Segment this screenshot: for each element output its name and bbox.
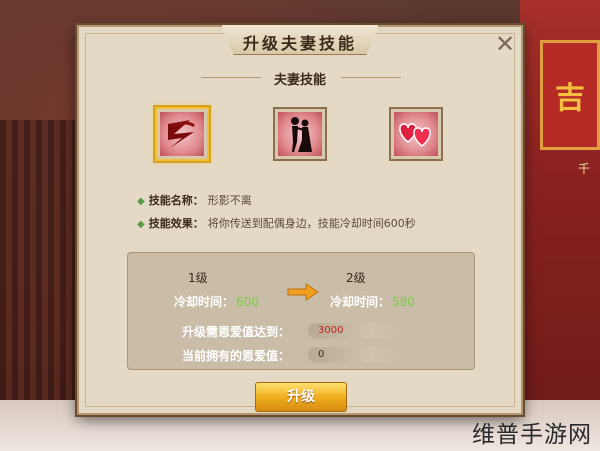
upgrade-couple-skill-dialog: 升级夫妻技能 ✕ 夫妻技能 ◆ 技能名称： 形影不离 ◆ 技能效果： 将你传送到… xyxy=(77,25,523,415)
background-banner: 吉 xyxy=(540,40,600,150)
skill-effect-label: 技能效果： xyxy=(148,217,204,230)
skill-name-label: 技能名称： xyxy=(148,194,204,207)
owned-love-label: 当前拥有的恩爱值： xyxy=(182,349,291,363)
skill-effect-value: 将你传送到配偶身边，技能冷却时间600秒 xyxy=(207,217,416,230)
next-level: 2级 xyxy=(346,271,366,285)
next-cooldown: 冷却时间： 580 xyxy=(330,293,415,310)
current-cooldown-value: 600 xyxy=(236,295,259,309)
background-building xyxy=(0,120,78,420)
required-love-label: 升级需恩爱值达到： xyxy=(182,325,291,339)
upgrade-info-box: 1级 2级 冷却时间： 600 冷却时间： 580 升级需恩爱值达到： 3000 当… xyxy=(127,252,475,370)
site-watermark: 维普手游网 xyxy=(472,422,592,448)
current-cooldown: 冷却时间： 600 xyxy=(174,293,259,310)
skill-slot-3[interactable] xyxy=(389,107,443,161)
skill-name-row: ◆ 技能名称： 形影不离 xyxy=(137,192,252,208)
diamond-bullet-icon: ◆ xyxy=(137,196,145,207)
divider-right xyxy=(341,77,401,78)
close-button[interactable]: ✕ xyxy=(492,31,518,57)
cooldown-label: 冷却时间： xyxy=(330,295,391,309)
owned-love-value: 0 xyxy=(308,347,398,363)
current-level: 1级 xyxy=(188,271,208,285)
diamond-bullet-icon: ◆ xyxy=(137,219,145,230)
required-love-value: 3000 xyxy=(308,323,398,339)
double-hearts-icon xyxy=(394,112,438,156)
skill-slot-1[interactable] xyxy=(155,107,209,161)
section-title: 夫妻技能 xyxy=(273,73,326,88)
arrow-right-icon xyxy=(286,283,320,305)
skill-effect-row: ◆ 技能效果： 将你传送到配偶身边，技能冷却时间600秒 xyxy=(137,215,416,231)
upgrade-button[interactable]: 升级 xyxy=(255,382,347,412)
next-cooldown-value: 580 xyxy=(392,295,415,309)
background-side-text: 千 xyxy=(578,162,591,176)
lightning-swirl-icon xyxy=(160,112,204,156)
close-icon: ✕ xyxy=(494,30,516,58)
skill-slot-2[interactable] xyxy=(273,107,327,161)
couple-dancing-icon xyxy=(278,112,322,156)
title-plate: 升级夫妻技能 xyxy=(221,25,379,55)
skill-name-value: 形影不离 xyxy=(207,194,252,207)
banner-character: 吉 xyxy=(555,81,585,116)
cooldown-label: 冷却时间： xyxy=(174,295,235,309)
dialog-title: 升级夫妻技能 xyxy=(242,34,357,53)
